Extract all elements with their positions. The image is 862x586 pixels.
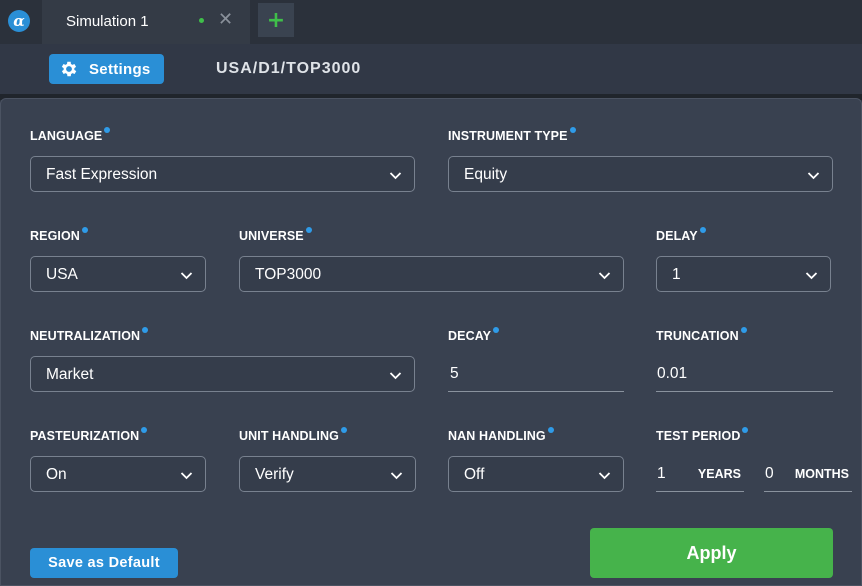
alpha-logo-icon[interactable]: α	[8, 10, 30, 32]
test-period-label: TEST PERIOD	[656, 427, 749, 443]
chevron-down-icon	[180, 272, 193, 280]
info-dot-icon[interactable]	[142, 327, 149, 333]
tab-bar: α Simulation 1 ✕ +	[0, 0, 862, 44]
info-dot-icon[interactable]	[493, 327, 500, 333]
nan-handling-select[interactable]: Off	[448, 456, 624, 492]
decay-label: DECAY	[448, 327, 500, 343]
test-period-years-unit: YEARS	[697, 467, 741, 481]
region-value: USA	[46, 266, 78, 283]
info-dot-icon[interactable]	[305, 227, 312, 233]
chevron-down-icon	[807, 172, 820, 180]
unsaved-indicator-icon	[199, 18, 204, 23]
instrument-type-label: INSTRUMENT TYPE	[448, 127, 576, 143]
gear-icon	[61, 61, 77, 77]
info-dot-icon[interactable]	[547, 427, 554, 433]
unit-handling-value: Verify	[255, 466, 294, 483]
truncation-label: TRUNCATION	[656, 327, 747, 343]
nan-handling-label: NAN HANDLING	[448, 427, 554, 443]
tab-title: Simulation 1	[66, 13, 149, 30]
language-label: LANGUAGE	[30, 127, 111, 143]
test-period-years-value: 1	[657, 465, 666, 482]
apply-button[interactable]: Apply	[590, 528, 833, 578]
test-period-months-input[interactable]: 0 MONTHS	[764, 456, 852, 492]
test-period-years-input[interactable]: 1 YEARS	[656, 456, 744, 492]
universe-label: UNIVERSE	[239, 227, 312, 243]
neutralization-select[interactable]: Market	[30, 356, 415, 392]
nan-handling-value: Off	[464, 466, 485, 483]
chevron-down-icon	[389, 372, 402, 380]
delay-label: DELAY	[656, 227, 706, 243]
add-tab-button[interactable]: +	[258, 3, 294, 37]
decay-input[interactable]: 5	[448, 356, 624, 392]
pasteurization-label: PASTEURIZATION	[30, 427, 148, 443]
close-icon[interactable]: ✕	[218, 11, 233, 29]
settings-button-label: Settings	[89, 60, 151, 78]
unit-handling-label: UNIT HANDLING	[239, 427, 347, 443]
chevron-down-icon	[598, 472, 611, 480]
neutralization-label: NEUTRALIZATION	[30, 327, 149, 343]
chevron-down-icon	[598, 272, 611, 280]
neutralization-value: Market	[46, 366, 94, 383]
info-dot-icon[interactable]	[340, 427, 347, 433]
test-period-months-unit: MONTHS	[794, 467, 849, 481]
info-dot-icon[interactable]	[141, 427, 148, 433]
truncation-input[interactable]: 0.01	[656, 356, 833, 392]
test-period-months-value: 0	[765, 465, 774, 482]
pasteurization-value: On	[46, 466, 67, 483]
instrument-type-value: Equity	[464, 166, 508, 183]
save-as-default-button[interactable]: Save as Default	[30, 548, 178, 578]
universe-value: TOP3000	[255, 266, 322, 283]
chevron-down-icon	[805, 272, 818, 280]
language-value: Fast Expression	[46, 166, 158, 183]
chevron-down-icon	[180, 472, 193, 480]
chevron-down-icon	[389, 172, 402, 180]
tab-simulation-1[interactable]: Simulation 1 ✕	[42, 0, 250, 44]
universe-select[interactable]: TOP3000	[239, 256, 624, 292]
simulation-path: USA/D1/TOP3000	[216, 60, 362, 77]
settings-button[interactable]: Settings	[49, 54, 164, 84]
truncation-value: 0.01	[657, 365, 688, 382]
info-dot-icon[interactable]	[699, 227, 706, 233]
info-dot-icon[interactable]	[740, 327, 747, 333]
delay-select[interactable]: 1	[656, 256, 831, 292]
delay-value: 1	[672, 266, 681, 283]
region-label: REGION	[30, 227, 88, 243]
pasteurization-select[interactable]: On	[30, 456, 206, 492]
decay-value: 5	[450, 365, 459, 382]
toolbar: Settings USA/D1/TOP3000	[0, 44, 862, 94]
info-dot-icon[interactable]	[742, 427, 749, 433]
info-dot-icon[interactable]	[104, 127, 111, 133]
language-select[interactable]: Fast Expression	[30, 156, 415, 192]
chevron-down-icon	[390, 472, 403, 480]
instrument-type-select[interactable]: Equity	[448, 156, 833, 192]
info-dot-icon[interactable]	[81, 227, 88, 233]
info-dot-icon[interactable]	[569, 127, 576, 133]
region-select[interactable]: USA	[30, 256, 206, 292]
unit-handling-select[interactable]: Verify	[239, 456, 416, 492]
